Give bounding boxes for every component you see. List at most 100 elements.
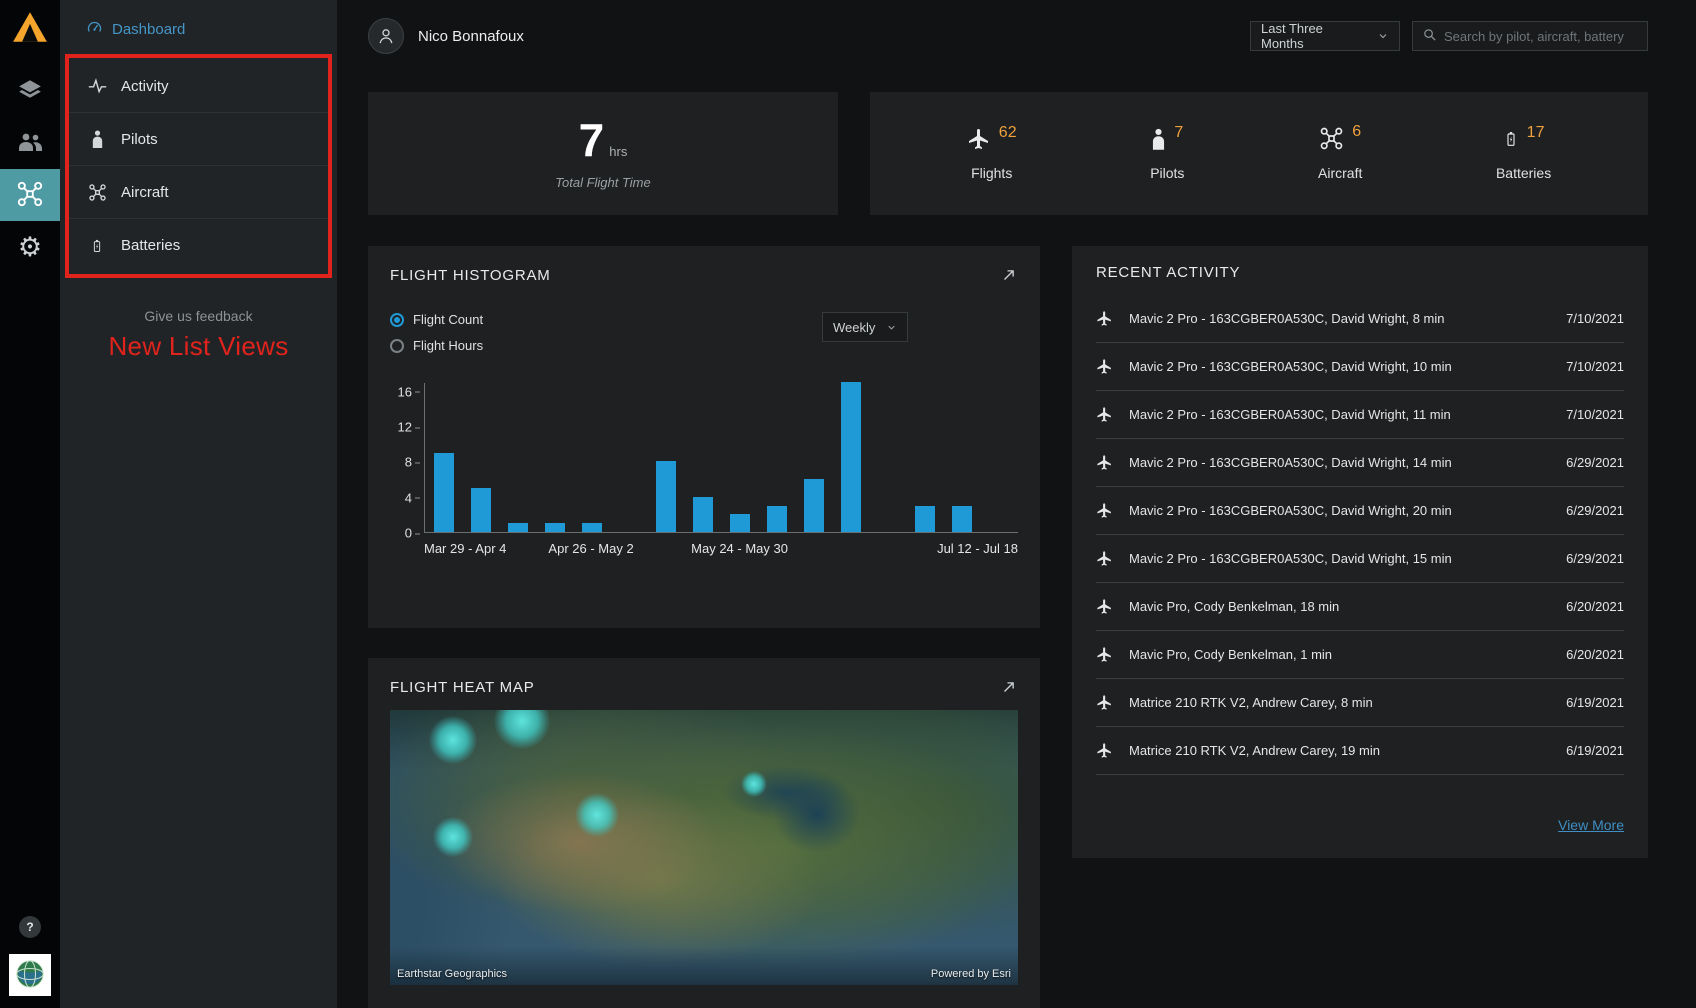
period-filter-value: Last Three Months [1261,21,1323,51]
histogram-bar[interactable] [655,461,676,532]
view-more-link[interactable]: View More [1558,817,1624,833]
rail-item-drone[interactable] [0,169,60,221]
rail-item-people[interactable] [0,117,60,169]
histogram-bar[interactable] [952,505,973,532]
x-tick-label: Apr 26 - May 2 [548,541,634,556]
x-tick-label: May 24 - May 30 [691,541,788,556]
radio-label: Flight Count [413,312,484,327]
stat-label: Aircraft [1318,165,1363,181]
total-flight-time-card: 7 hrs Total Flight Time [368,92,838,215]
histogram-slot [536,383,573,532]
interval-select[interactable]: Weekly [822,312,908,342]
radio-dot [390,338,404,353]
stat-pilots[interactable]: 7 Pilots [1150,124,1185,181]
histogram-bar[interactable] [767,505,788,532]
y-tick-label: 4 [404,490,421,506]
histogram-bar[interactable] [581,523,602,532]
activity-row[interactable]: Mavic 2 Pro - 163CGBER0A530C, David Wrig… [1096,439,1624,487]
heatmap-title: FLIGHT HEAT MAP [390,678,535,696]
sidebar-item-label: Batteries [121,237,181,254]
radio-label: Flight Hours [413,338,484,353]
drone-icon [16,180,44,211]
histogram-bar[interactable] [544,523,565,532]
histogram-bar[interactable] [915,505,936,532]
histogram-slot [425,383,462,532]
feedback-link[interactable]: Give us feedback [60,308,337,324]
flight-icon [1096,310,1113,327]
map-attribution-right: Powered by Esri [930,968,1011,980]
radio-flight-hours[interactable]: Flight Hours [390,338,483,353]
stat-value: 6 [1352,123,1362,140]
histogram-slot [759,383,796,532]
layers-icon [17,77,43,106]
x-tick-label: Mar 29 - Apr 4 [424,541,507,556]
activity-text: Mavic Pro, Cody Benkelman, 18 min [1129,599,1340,614]
site-scan-logo[interactable] [11,10,49,47]
stat-batteries[interactable]: 17 Batteries [1495,124,1552,181]
radio-flight-count[interactable]: Flight Count [390,312,483,327]
histogram-bar[interactable] [433,452,454,532]
user-name: Nico Bonnafoux [418,27,524,45]
y-tick-label: 0 [404,525,421,541]
user-chip[interactable]: Nico Bonnafoux [368,18,524,54]
activity-date: 6/19/2021 [1566,743,1624,758]
heat-point [575,792,620,837]
histogram-bar[interactable] [804,479,825,532]
histogram-bar[interactable] [730,514,751,532]
stat-flights[interactable]: 62 Flights [967,124,1017,181]
activity-text: Mavic Pro, Cody Benkelman, 1 min [1129,647,1333,662]
rail-bottom: ? [9,916,51,1008]
help-button[interactable]: ? [19,916,41,938]
expand-icon[interactable] [1000,266,1018,284]
heat-map[interactable]: Earthstar Geographics Powered by Esri [390,710,1018,985]
expand-icon[interactable] [1000,678,1018,696]
sidebar-item-label: Aircraft [121,183,169,201]
histogram-bar[interactable] [841,382,862,532]
activity-row[interactable]: Mavic 2 Pro - 163CGBER0A530C, David Wrig… [1096,535,1624,583]
sidebar-item-batteries[interactable]: Batteries [69,219,328,272]
period-filter-select[interactable]: Last Three Months [1250,21,1400,51]
sidebar-item-label: Activity [121,77,169,95]
histogram-slot [870,383,907,532]
stat-aircraft[interactable]: 6 Aircraft [1318,123,1363,181]
avatar [368,18,404,54]
activity-date: 7/10/2021 [1566,311,1624,326]
sidebar-item-dashboard[interactable]: Dashboard [60,0,337,40]
activity-text: Mavic 2 Pro - 163CGBER0A530C, David Wrig… [1129,455,1452,470]
histogram-slot [573,383,610,532]
histogram-slot [610,383,647,532]
stat-label: Batteries [1495,164,1552,181]
activity-row[interactable]: Mavic 2 Pro - 163CGBER0A530C, David Wrig… [1096,487,1624,535]
histogram-chart: 0 4 8 12 16 [390,382,1018,540]
histogram-slot [499,383,536,532]
flight-icon [1096,646,1113,663]
activity-row[interactable]: Matrice 210 RTK V2, Andrew Carey, 19 min… [1096,727,1624,775]
activity-row[interactable]: Mavic 2 Pro - 163CGBER0A530C, David Wrig… [1096,343,1624,391]
histogram-bar[interactable] [470,487,491,532]
histogram-bar[interactable] [692,496,713,532]
stat-label: Pilots [1150,164,1185,181]
rail-item-layers[interactable] [0,65,60,117]
annotation-new-list-views: New List Views [108,331,289,361]
activity-row[interactable]: Mavic Pro, Cody Benkelman, 18 min 6/20/2… [1096,583,1624,631]
plot-area [424,382,1018,533]
histogram-bar[interactable] [507,523,528,532]
sidebar-item-pilots[interactable]: Pilots [69,113,328,166]
rail-item-settings[interactable]: ⚙ [0,221,60,273]
activity-row[interactable]: Matrice 210 RTK V2, Andrew Carey, 8 min … [1096,679,1624,727]
sidebar-item-activity[interactable]: Activity [69,60,328,113]
esri-globe-button[interactable] [9,954,51,996]
activity-row[interactable]: Mavic 2 Pro - 163CGBER0A530C, David Wrig… [1096,391,1624,439]
activity-date: 6/29/2021 [1566,551,1624,566]
sidebar-item-aircraft[interactable]: Aircraft [69,166,328,219]
interval-value: Weekly [833,319,876,335]
flight-histogram-card: FLIGHT HISTOGRAM Flight Count Flight Hou… [368,246,1040,628]
activity-row[interactable]: Mavic 2 Pro - 163CGBER0A530C, David Wrig… [1096,295,1624,343]
activity-row[interactable]: Mavic Pro, Cody Benkelman, 1 min 6/20/20… [1096,631,1624,679]
flight-icon [1096,550,1113,567]
flight-icon [1096,694,1113,711]
heat-point [432,816,473,857]
search-input[interactable] [1444,28,1638,44]
activity-date: 7/10/2021 [1566,407,1624,422]
dashboard-label: Dashboard [112,21,186,38]
